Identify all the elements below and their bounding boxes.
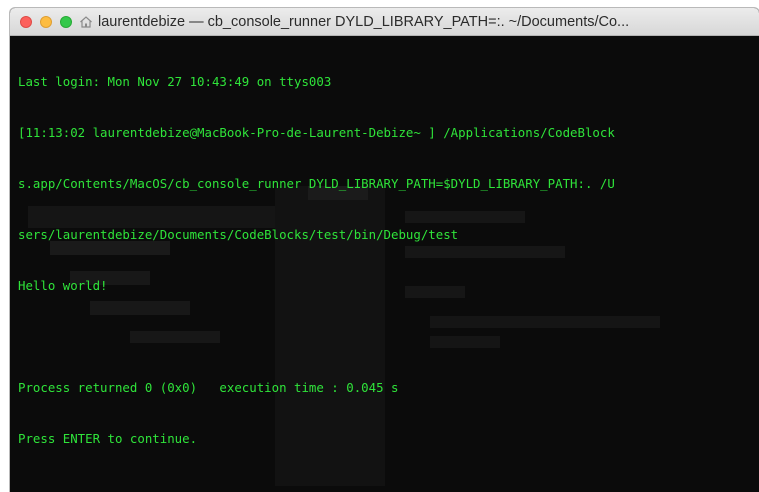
- terminal-content[interactable]: Last login: Mon Nov 27 10:43:49 on ttys0…: [10, 36, 759, 492]
- zoom-button[interactable]: [60, 16, 72, 28]
- last-login-line: Last login: Mon Nov 27 10:43:49 on ttys0…: [18, 74, 332, 89]
- close-button[interactable]: [20, 16, 32, 28]
- process-returned-line: Process returned 0 (0x0) execution time …: [18, 380, 399, 395]
- title-bar[interactable]: laurentdebize — cb_console_runner DYLD_L…: [10, 8, 759, 36]
- press-enter-line: Press ENTER to continue.: [18, 431, 198, 446]
- command-line-3: sers/laurentdebize/Documents/CodeBlocks/…: [18, 227, 459, 242]
- terminal-output: Last login: Mon Nov 27 10:43:49 on ttys0…: [18, 39, 756, 481]
- program-output-line: Hello world!: [18, 278, 108, 293]
- minimize-button[interactable]: [40, 16, 52, 28]
- home-icon: [79, 15, 93, 29]
- terminal-window: laurentdebize — cb_console_runner DYLD_L…: [10, 8, 759, 492]
- window-title: laurentdebize — cb_console_runner DYLD_L…: [98, 14, 630, 30]
- command-line-1: [11:13:02 laurentdebize@MacBook-Pro-de-L…: [18, 125, 615, 140]
- command-line-2: s.app/Contents/MacOS/cb_console_runner D…: [18, 176, 615, 191]
